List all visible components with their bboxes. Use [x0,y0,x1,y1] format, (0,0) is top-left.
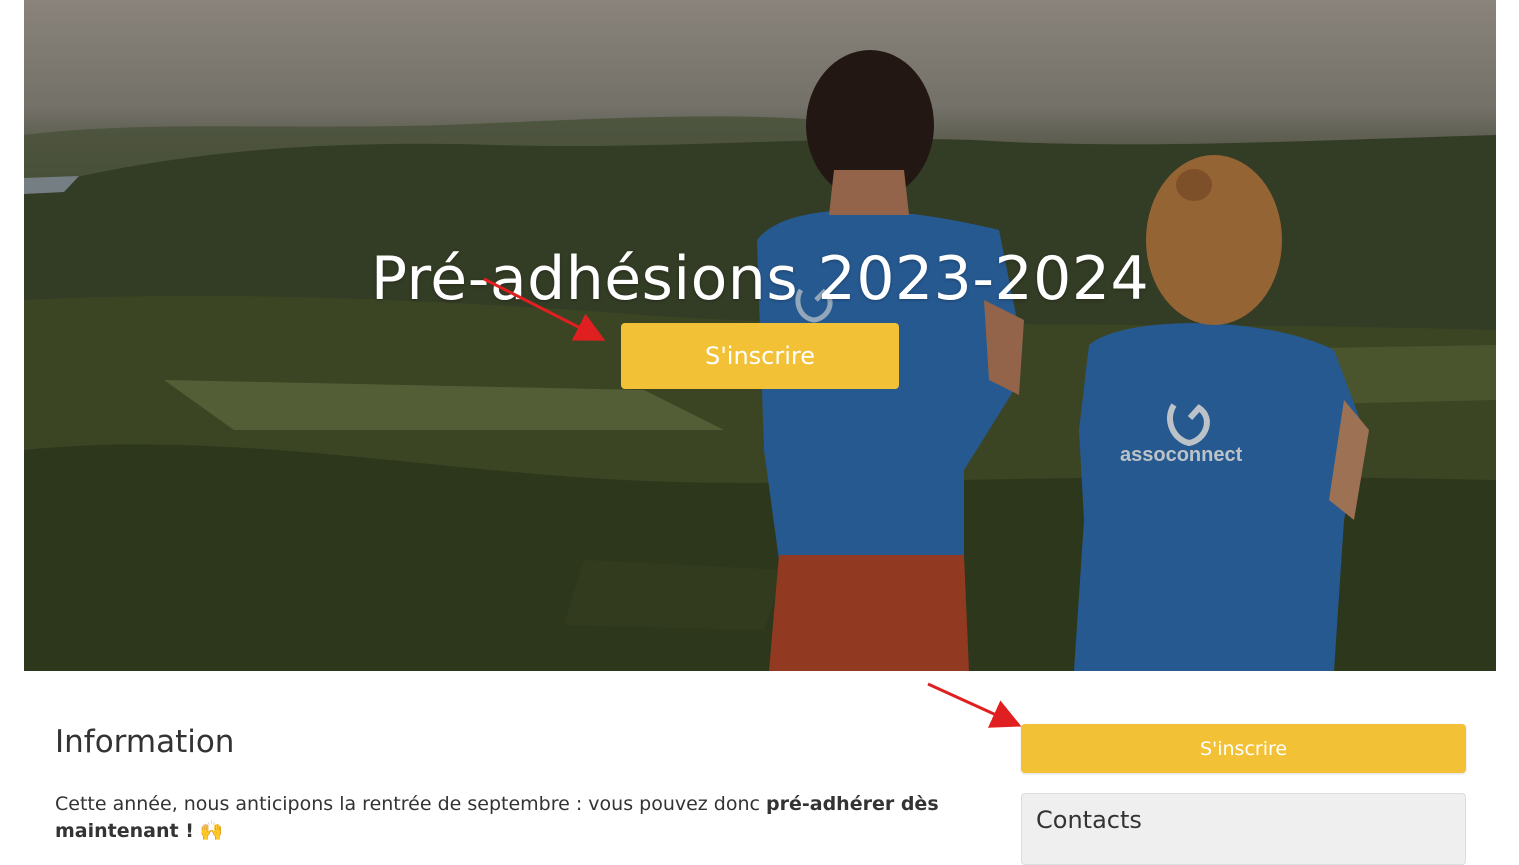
information-text-intro: Cette année, nous anticipons la rentrée … [55,793,767,815]
information-text: Cette année, nous anticipons la rentrée … [55,791,975,845]
contacts-heading: Contacts [1036,806,1142,834]
annotation-arrow-icon [927,682,1022,728]
raised-hands-icon: 🙌 [199,820,224,842]
hero-banner: assoconnect Pré-adhésions 2023-2024 S'in… [24,0,1496,671]
hero-title: Pré-adhésions 2023-2024 [370,244,1150,315]
contacts-card: Contacts [1021,793,1466,865]
sidebar-register-button[interactable]: S'inscrire [1021,724,1466,773]
information-heading: Information [55,724,235,760]
hero-register-button[interactable]: S'inscrire [621,323,899,389]
